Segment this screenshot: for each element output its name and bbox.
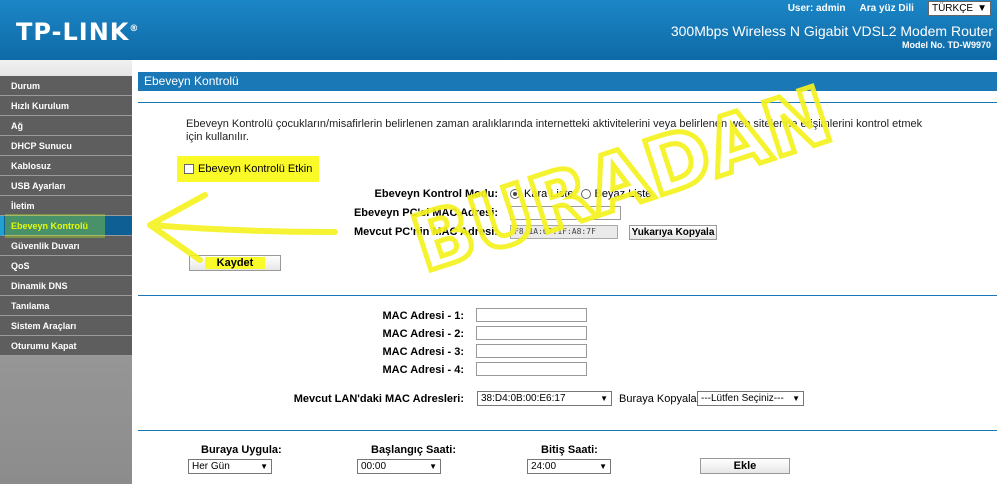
end-time-value: 24:00 <box>531 461 557 472</box>
whitelist-label: Beyaz Liste <box>594 188 652 200</box>
save-button-label: Kaydet <box>204 257 266 269</box>
mac-1-label: MAC Adresi - 1: <box>382 310 465 322</box>
copy-here-select[interactable]: ---Lütfen Seçiniz--- ▼ <box>697 391 804 406</box>
chevron-down-icon: ▼ <box>260 462 268 471</box>
copy-here-select-value: ---Lütfen Seçiniz--- <box>701 393 784 404</box>
sidebar-item-usb[interactable]: USB Ayarları <box>0 176 132 196</box>
start-time-select[interactable]: 00:00 ▼ <box>357 459 441 474</box>
current-mac-label: Mevcut PC'nin MAC Adresi: <box>354 226 498 238</box>
lan-mac-select[interactable]: 38:D4:0B:00:E6:17 ▼ <box>477 391 612 406</box>
apply-select[interactable]: Her Gün ▼ <box>188 459 272 474</box>
sidebar: Durum Hızlı Kurulum Ağ DHCP Sunucu Kablo… <box>0 60 132 484</box>
enable-parental-control[interactable]: Ebeveyn Kontrolü Etkin <box>177 156 320 182</box>
sidebar-item-firewall[interactable]: Güvenlik Duvarı <box>0 236 132 256</box>
sidebar-item-dhcp[interactable]: DHCP Sunucu <box>0 136 132 156</box>
chevron-down-icon: ▼ <box>429 462 437 471</box>
divider <box>138 102 997 103</box>
enable-checkbox[interactable] <box>184 164 194 174</box>
description-text: Ebeveyn Kontrolü çocukların/misafirlerin… <box>186 118 923 143</box>
add-button[interactable]: Ekle <box>700 458 790 474</box>
sidebar-item-wireless[interactable]: Kablosuz <box>0 156 132 176</box>
blacklist-radio[interactable] <box>510 189 520 199</box>
mac-3-label: MAC Adresi - 3: <box>382 346 465 358</box>
product-name: 300Mbps Wireless N Gigabit VDSL2 Modem R… <box>670 23 993 39</box>
language-value: TÜRKÇE <box>931 3 974 14</box>
chevron-down-icon: ▼ <box>792 394 800 403</box>
model-number: Model No. TD-W9970 <box>901 40 991 50</box>
mac-4-input[interactable] <box>476 362 587 376</box>
apply-label: Buraya Uygula: <box>201 444 282 456</box>
divider <box>138 295 997 296</box>
sidebar-item-status[interactable]: Durum <box>0 76 132 96</box>
start-time-label: Başlangıç Saati: <box>371 444 456 456</box>
sidebar-item-network[interactable]: Ağ <box>0 116 132 136</box>
logo-text: TP-LINK <box>16 18 130 46</box>
language-label: Ara yüz Dili <box>859 3 914 14</box>
page-title: Ebeveyn Kontrolü <box>138 72 997 91</box>
router-admin-page: TP-LINK® User: admin Ara yüz Dili TÜRKÇE… <box>0 0 997 484</box>
chevron-down-icon: ▼ <box>599 462 607 471</box>
sidebar-item-qos[interactable]: QoS <box>0 256 132 276</box>
current-mac-field: F8:1A:67:1F:A8:7F <box>510 225 618 239</box>
sidebar-item-diagnostics[interactable]: Tanılama <box>0 296 132 316</box>
divider <box>138 430 997 431</box>
sidebar-item-logout[interactable]: Oturumu Kapat <box>0 336 132 356</box>
header-bar: TP-LINK® User: admin Ara yüz Dili TÜRKÇE… <box>0 0 997 60</box>
lan-mac-label: Mevcut LAN'daki MAC Adresleri: <box>293 393 464 405</box>
language-select[interactable]: TÜRKÇE ▼ <box>927 1 991 16</box>
enable-label: Ebeveyn Kontrolü Etkin <box>198 163 313 175</box>
start-time-value: 00:00 <box>361 461 387 472</box>
sidebar-menu: Durum Hızlı Kurulum Ağ DHCP Sunucu Kablo… <box>0 76 132 356</box>
mode-radio-group: Kara Liste Beyaz Liste <box>510 188 651 200</box>
end-time-select[interactable]: 24:00 ▼ <box>527 459 611 474</box>
whitelist-radio[interactable] <box>580 189 591 199</box>
sidebar-item-ddns[interactable]: Dinamik DNS <box>0 276 132 296</box>
mac-1-input[interactable] <box>476 308 587 322</box>
parent-mac-input[interactable] <box>510 206 621 220</box>
mac-4-label: MAC Adresi - 4: <box>382 364 465 376</box>
save-button[interactable]: Kaydet <box>189 255 281 271</box>
chevron-down-icon: ▼ <box>600 394 608 403</box>
copy-here-label: Buraya Kopyala <box>619 393 697 405</box>
logo-mark: ® <box>129 24 140 34</box>
tp-link-logo: TP-LINK® <box>16 18 139 46</box>
mac-2-label: MAC Adresi - 2: <box>382 328 465 340</box>
copy-up-button[interactable]: Yukarıya Kopyala <box>629 225 717 240</box>
blacklist-label: Kara Liste <box>524 188 574 200</box>
parent-mac-label: Ebeveyn PC'si MAC Adresi: <box>353 207 498 219</box>
sidebar-item-forwarding[interactable]: İletim <box>0 196 132 216</box>
top-right-info: User: admin Ara yüz Dili TÜRKÇE ▼ <box>788 1 991 16</box>
user-label: User: admin <box>787 3 846 14</box>
mode-label: Ebeveyn Kontrol Modu: <box>374 188 498 200</box>
mac-3-input[interactable] <box>476 344 587 358</box>
main-content: Ebeveyn Kontrolü Ebeveyn Kontrolü çocukl… <box>132 60 997 484</box>
sidebar-item-quick-setup[interactable]: Hızlı Kurulum <box>0 96 132 116</box>
sidebar-item-system-tools[interactable]: Sistem Araçları <box>0 316 132 336</box>
mac-2-input[interactable] <box>476 326 587 340</box>
sidebar-item-parental-control[interactable]: Ebeveyn Kontrolü <box>0 216 132 236</box>
end-time-label: Bitiş Saati: <box>541 444 598 456</box>
chevron-down-icon: ▼ <box>977 3 987 14</box>
lan-mac-value: 38:D4:0B:00:E6:17 <box>481 393 566 404</box>
apply-value: Her Gün <box>192 461 230 472</box>
